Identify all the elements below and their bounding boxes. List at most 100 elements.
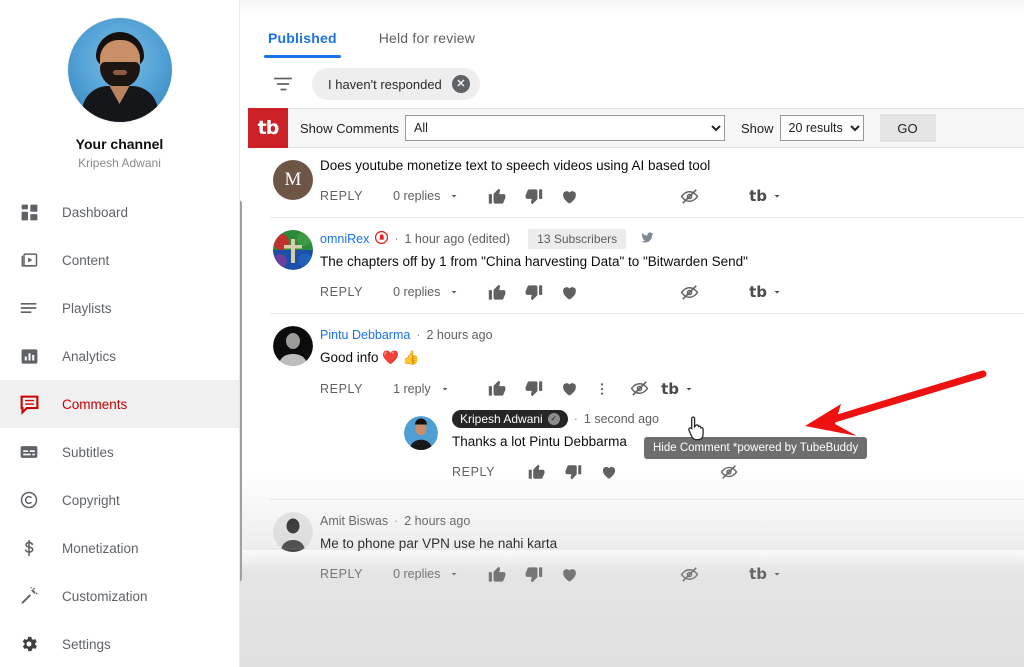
show-comments-select[interactable]: All [404, 115, 725, 141]
comment-row: omniRex · 1 hour ago (edited) 13 Subscri… [240, 218, 1024, 313]
sidebar-item-label: Content [62, 252, 110, 268]
tubebuddy-action-menu[interactable]: tb [661, 380, 695, 398]
sidebar-item-monetization[interactable]: Monetization [0, 524, 239, 572]
avatar[interactable] [273, 230, 313, 271]
comment-author-owner-chip[interactable]: Kripesh Adwani ✓ [452, 409, 568, 428]
filter-chip-i-havent-responded[interactable]: I haven't responded ✕ [312, 68, 480, 100]
close-circle-icon[interactable]: ✕ [451, 75, 470, 93]
replies-toggle[interactable]: 1 reply [393, 382, 479, 396]
sidebar-item-analytics[interactable]: Analytics [0, 332, 239, 380]
filter-chip-label: I haven't responded [328, 76, 442, 92]
subscribed-bell-icon [375, 231, 389, 247]
channel-title: Your channel [75, 136, 164, 152]
comment-actions: REPLY 0 replies tb [320, 181, 1024, 211]
comment-text: Does youtube monetize text to speech vid… [320, 158, 711, 173]
comment-timestamp: 2 hours ago [404, 513, 471, 528]
thumbs-up-icon[interactable] [479, 181, 515, 211]
sidebar-item-customization[interactable]: Customization [0, 572, 239, 620]
eye-slash-icon[interactable] [671, 559, 707, 589]
avatar[interactable] [273, 326, 313, 367]
eye-slash-icon[interactable] [617, 374, 661, 404]
thumbs-up-icon[interactable] [519, 457, 555, 487]
tubebuddy-action-menu[interactable]: tb [749, 187, 783, 205]
chevron-down-icon [442, 387, 448, 391]
content-icon [16, 247, 42, 273]
replies-count-label: 0 replies [393, 285, 441, 300]
mouse-cursor-pointer [688, 416, 708, 447]
reply-button[interactable]: REPLY [320, 189, 363, 203]
sidebar-item-dashboard[interactable]: Dashboard [0, 188, 239, 236]
channel-avatar[interactable] [67, 18, 172, 122]
go-button[interactable]: GO [879, 114, 936, 142]
reply-button[interactable]: REPLY [320, 382, 363, 396]
reply-button[interactable]: REPLY [320, 567, 363, 581]
heart-icon[interactable] [551, 181, 587, 211]
sidebar-item-label: Customization [62, 588, 148, 604]
eye-slash-icon[interactable] [671, 277, 707, 307]
red-arrow-annotation [805, 370, 987, 436]
tubebuddy-action-menu[interactable]: tb [749, 283, 783, 301]
sidebar-item-label: Dashboard [62, 204, 129, 220]
comment-header: Pintu Debbarma · 2 hours ago [320, 326, 1024, 344]
sidebar-item-playlists[interactable]: Playlists [0, 284, 239, 332]
replies-toggle[interactable]: 0 replies [393, 285, 479, 299]
heart-icon[interactable] [551, 374, 587, 404]
sidebar-item-subtitles[interactable]: Subtitles [0, 428, 239, 476]
reply-button[interactable]: REPLY [452, 465, 495, 479]
tab-held-for-review[interactable]: Held for review [379, 30, 475, 58]
sidebar-item-label: Subtitles [62, 444, 114, 460]
comment-author[interactable]: Amit Biswas [320, 514, 388, 528]
filter-icon[interactable] [270, 71, 296, 97]
comment-text: Me to phone par VPN use he nahi karta [320, 535, 558, 551]
thumbs-up-icon[interactable] [479, 277, 515, 307]
separator-dot: · [394, 232, 399, 247]
copyright-icon [16, 487, 42, 513]
comment-timestamp: 2 hours ago [426, 328, 493, 343]
comment-text: The chapters off by 1 from "China harves… [320, 254, 748, 270]
comment-author[interactable]: omniRex [320, 232, 369, 246]
sidebar-item-copyright[interactable]: Copyright [0, 476, 239, 524]
avatar[interactable] [404, 415, 438, 450]
sidebar-nav: Dashboard Content Playlists Analytics Co… [0, 188, 239, 667]
avatar[interactable]: M [273, 160, 313, 200]
subscriber-count-badge: 13 Subscribers [528, 229, 627, 250]
thumbs-down-icon[interactable] [555, 457, 591, 487]
thumbs-up-icon[interactable] [479, 559, 515, 589]
eye-slash-icon[interactable] [671, 181, 707, 211]
eye-slash-icon[interactable] [711, 457, 747, 487]
replies-toggle[interactable]: 0 replies [393, 567, 479, 581]
results-count-select[interactable]: 20 results [779, 115, 864, 141]
tubebuddy-icon: tb [749, 187, 767, 206]
chevron-down-icon [774, 291, 780, 294]
channel-block: Your channel Kripesh Adwani [0, 0, 239, 170]
thumbs-up-icon[interactable] [479, 374, 515, 404]
thumbs-down-icon[interactable] [515, 374, 551, 404]
comment-author[interactable]: Pintu Debbarma [320, 328, 410, 342]
thumbs-down-icon[interactable] [515, 559, 551, 589]
sidebar-item-settings[interactable]: Settings [0, 620, 239, 667]
sidebar-item-comments[interactable]: Comments [0, 380, 239, 428]
tubebuddy-icon: tb [661, 379, 679, 398]
customization-icon [16, 583, 42, 609]
sidebar-item-label: Settings [62, 636, 111, 652]
settings-icon [16, 631, 42, 657]
comment-author: Kripesh Adwani [460, 411, 543, 426]
reply-button[interactable]: REPLY [320, 285, 363, 299]
comment-header: omniRex · 1 hour ago (edited) 13 Subscri… [320, 229, 1024, 250]
comment-header: Amit Biswas · 2 hours ago [320, 512, 1024, 530]
thumbs-down-icon[interactable] [515, 181, 551, 211]
thumbs-down-icon[interactable] [515, 277, 551, 307]
tubebuddy-action-menu[interactable]: tb [749, 565, 783, 583]
heart-icon[interactable] [551, 277, 587, 307]
separator-dot: · [573, 411, 578, 426]
heart-icon[interactable] [551, 559, 587, 589]
replies-toggle[interactable]: 0 replies [393, 189, 479, 203]
tubebuddy-icon: tb [749, 283, 767, 302]
avatar[interactable] [273, 511, 313, 552]
more-vertical-icon[interactable] [587, 374, 617, 404]
tab-published[interactable]: Published [264, 30, 341, 58]
sidebar-item-content[interactable]: Content [0, 236, 239, 284]
twitter-icon [640, 230, 655, 248]
comment-timestamp: 1 hour ago (edited) [404, 232, 511, 247]
heart-icon[interactable] [591, 457, 627, 487]
